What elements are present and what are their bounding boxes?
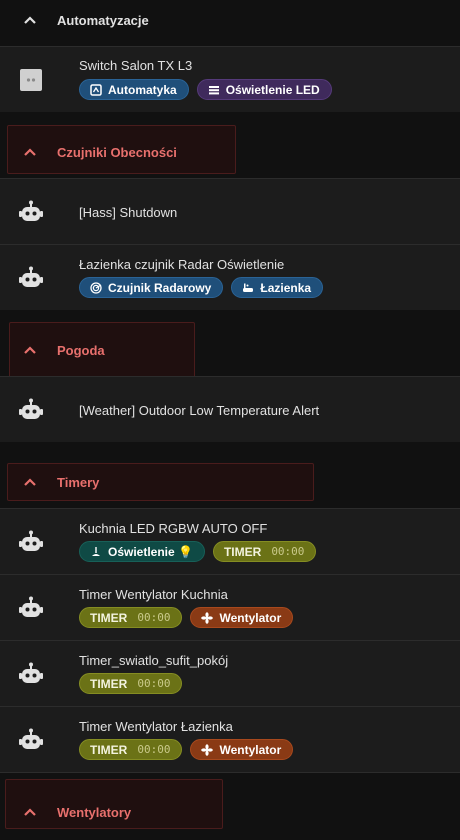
item-name: Timer Wentylator Łazienka [79,719,233,734]
section-header-pogoda[interactable]: Pogoda [0,330,460,370]
section-title: Wentylatory [57,804,132,820]
badge-timer[interactable]: TIMER 00:00 [79,739,183,760]
timer-value: 00:00 [137,743,171,756]
chevron-up-icon[interactable] [20,10,40,30]
item-name: [Hass] Shutdown [79,205,178,220]
list-item-timer-lazienka[interactable]: Timer Wentylator Łazienka TIMER 00:00 We… [0,706,460,772]
section-header-timery[interactable]: Timery [0,462,460,502]
divider [0,772,460,773]
section-header-wentylatory[interactable]: Wentylatory [0,792,460,832]
list-item-timer-pokoj[interactable]: Timer_swiatlo_sufit_pokój TIMER 00:00 [0,640,460,706]
item-name: Timer_swiatlo_sufit_pokój [79,653,229,668]
timer-value: 00:00 [137,677,171,690]
robot-icon [18,397,44,423]
badge-label: Wentylator [219,742,282,757]
switch-icon [18,67,44,93]
badge-timer[interactable]: TIMER 00:00 [79,607,183,628]
radar-icon [90,281,102,294]
list-item-switch-salon[interactable]: Switch Salon TX L3 Automatyka Oświetleni… [0,46,460,112]
item-name: Switch Salon TX L3 [79,58,193,73]
badge-label: Automatyka [108,82,177,97]
list-item-kuchnia-led[interactable]: Kuchnia LED RGBW AUTO OFF Oświetlenie 💡 … [0,508,460,574]
item-name: [Weather] Outdoor Low Temperature Alert [79,403,320,418]
chevron-up-icon[interactable] [20,802,40,822]
badge-label: Wentylator [219,610,282,625]
bathtub-icon [242,282,254,294]
section-title: Automatyzacje [57,12,149,28]
badge-wentylator[interactable]: Wentylator [190,739,294,760]
robot-icon [18,199,44,225]
robot-icon [18,727,44,753]
section-title: Pogoda [57,342,105,358]
badge-label: TIMER [90,610,128,625]
list-item-hass-shutdown[interactable]: [Hass] Shutdown [0,178,460,244]
badge-timer[interactable]: TIMER 00:00 [79,673,183,694]
robot-icon [18,661,44,687]
list-item-weather-alert[interactable]: [Weather] Outdoor Low Temperature Alert [0,376,460,442]
led-strip-icon [208,84,220,96]
section-title: Czujniki Obecności [57,144,177,160]
automation-tag-icon [90,83,102,96]
lamp-icon [90,546,102,558]
item-name: Kuchnia LED RGBW AUTO OFF [79,521,268,536]
badge-oswietlenie-led[interactable]: Oświetlenie LED [196,79,332,100]
timer-value: 00:00 [271,545,305,558]
badge-oswietlenie[interactable]: Oświetlenie 💡 [79,541,205,562]
robot-icon [18,595,44,621]
chevron-up-icon[interactable] [20,472,40,492]
badge-label: Oświetlenie LED [225,82,320,97]
list-item-lazienka-radar[interactable]: Łazienka czujnik Radar Oświetlenie Czujn… [0,244,460,310]
section-header-automatyzacje[interactable]: Automatyzacje [0,0,460,40]
badge-label: Łazienka [260,280,312,295]
badge-automatyka[interactable]: Automatyka [79,79,189,100]
robot-icon [18,529,44,555]
badge-wentylator[interactable]: Wentylator [190,607,294,628]
badge-label: TIMER [90,676,128,691]
badge-lazienka[interactable]: Łazienka [231,277,324,298]
item-name: Timer Wentylator Kuchnia [79,587,228,602]
section-header-czujniki[interactable]: Czujniki Obecności [0,132,460,172]
fan-icon [201,611,214,624]
timer-value: 00:00 [137,611,171,624]
fan-icon [201,743,214,756]
item-name: Łazienka czujnik Radar Oświetlenie [79,257,285,272]
badge-timer[interactable]: TIMER 00:00 [212,541,317,562]
badge-czujnik-radarowy[interactable]: Czujnik Radarowy [79,277,224,298]
badge-label: TIMER [90,742,128,757]
badge-label: Czujnik Radarowy [108,280,212,295]
badge-label: TIMER [223,544,262,559]
section-title: Timery [57,474,100,490]
robot-icon [18,265,44,291]
badge-label: Oświetlenie 💡 [108,544,193,559]
chevron-up-icon[interactable] [20,340,40,360]
chevron-up-icon[interactable] [20,142,40,162]
list-item-timer-kuchnia[interactable]: Timer Wentylator Kuchnia TIMER 00:00 Wen… [0,574,460,640]
